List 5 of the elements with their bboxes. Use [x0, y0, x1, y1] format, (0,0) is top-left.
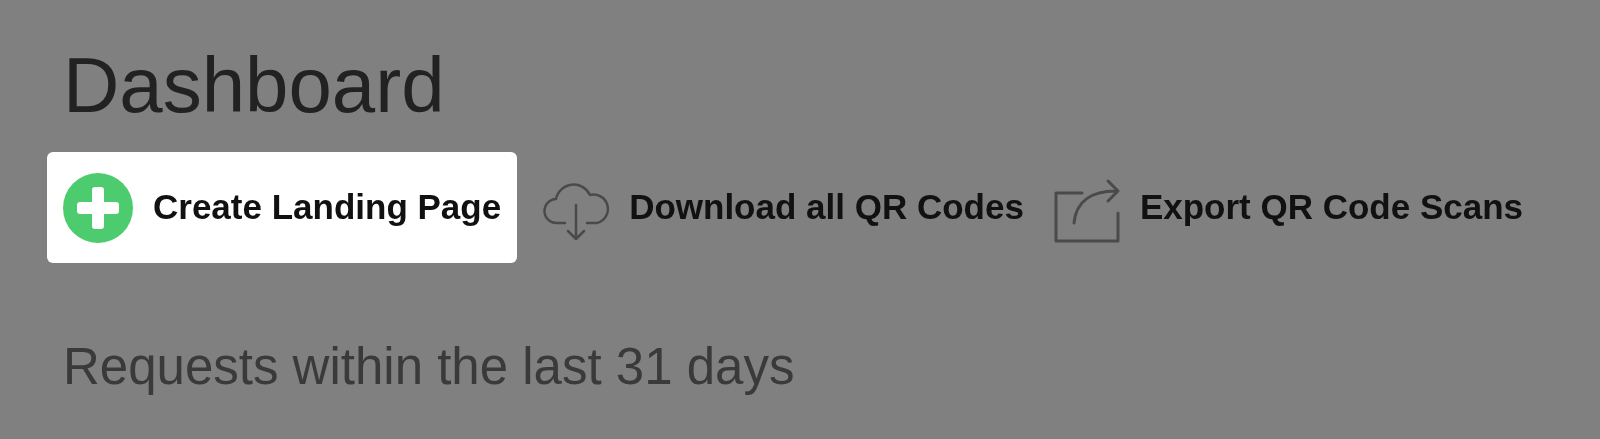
action-button[interactable]: Export QR Code Scans [1047, 152, 1528, 263]
page-title: Dashboard [63, 46, 446, 124]
plus-icon [63, 172, 133, 243]
action-button[interactable]: Create Landing Page [47, 152, 518, 263]
action-button[interactable]: Download all QR Codes [537, 152, 1028, 263]
